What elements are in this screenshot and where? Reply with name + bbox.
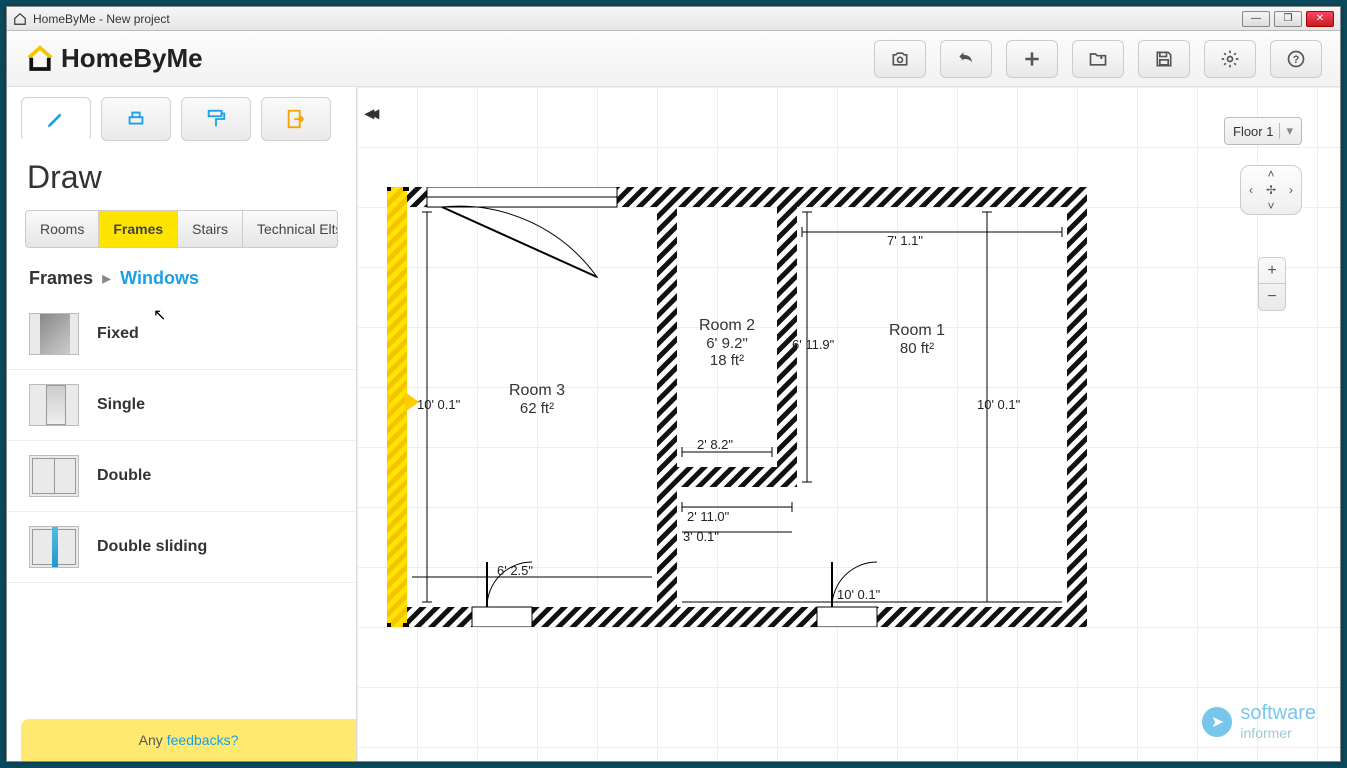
pan-up-icon[interactable]: ˄: [1261, 166, 1281, 182]
help-button[interactable]: ?: [1270, 40, 1322, 78]
app-header: HomeByMe ?: [7, 31, 1340, 87]
room1-label: Room 1 80 ft²: [857, 322, 977, 357]
zoom-in-button[interactable]: +: [1259, 258, 1285, 284]
app-small-icon: [13, 12, 27, 26]
sidebar: Draw Rooms Frames Stairs Technical Elts.…: [7, 87, 357, 761]
window-title: HomeByMe - New project: [33, 12, 170, 26]
watermark-icon: ➤: [1202, 707, 1232, 737]
mode-tab-draw[interactable]: [21, 97, 91, 141]
breadcrumb-root[interactable]: Frames: [29, 268, 93, 288]
floor-selector[interactable]: Floor 1 ▾: [1224, 117, 1302, 145]
paint-roller-icon: [205, 108, 227, 130]
folder-icon: [1088, 49, 1108, 69]
sidebar-collapse-button[interactable]: ◂◂: [365, 103, 375, 124]
list-item-fixed[interactable]: Fixed: [7, 299, 356, 370]
undo-button[interactable]: [940, 40, 992, 78]
help-icon: ?: [1286, 49, 1306, 69]
pencil-icon: [45, 108, 67, 130]
breadcrumb-leaf[interactable]: Windows: [120, 268, 199, 288]
thumb-single-window: [29, 384, 79, 426]
pan-center-icon[interactable]: ✢: [1261, 182, 1281, 198]
tab-rooms[interactable]: Rooms: [26, 211, 99, 247]
camera-icon: [890, 49, 910, 69]
breadcrumb: Frames ▸ Windows: [7, 248, 356, 295]
room3-label: Room 3 62 ft²: [477, 382, 597, 417]
window-close-button[interactable]: ✕: [1306, 11, 1334, 27]
dim-hall-bot: 3' 0.1": [683, 529, 719, 544]
tab-frames[interactable]: Frames: [99, 211, 178, 247]
dim-top-right: 7' 1.1": [887, 233, 923, 248]
item-label: Double: [97, 467, 151, 485]
tab-technical[interactable]: Technical Elts.: [243, 211, 338, 247]
tab-stairs[interactable]: Stairs: [178, 211, 243, 247]
canvas[interactable]: ◂◂ Floor 1 ▾ ˄ ‹✢› ˅ + −: [357, 87, 1340, 761]
mode-tab-export[interactable]: [261, 97, 331, 141]
pan-left-icon[interactable]: ‹: [1241, 182, 1261, 198]
mode-tab-furnish[interactable]: [101, 97, 171, 141]
chevron-right-icon: ▸: [102, 268, 111, 288]
floor-selector-label: Floor 1: [1233, 124, 1273, 139]
snapshot-button[interactable]: [874, 40, 926, 78]
dim-left-height: 10' 0.1": [417, 397, 460, 412]
os-titlebar: HomeByMe - New project — ❐ ✕: [7, 7, 1340, 31]
dim-room2-bottom: 2' 8.2": [697, 437, 733, 452]
chevron-down-icon: ▾: [1279, 123, 1293, 139]
undo-icon: [956, 49, 976, 69]
dim-mid-height: 6' 11.9": [792, 337, 834, 352]
list-item-double[interactable]: Double: [7, 441, 356, 512]
window-maximize-button[interactable]: ❐: [1274, 11, 1302, 27]
floorplan[interactable]: Room 3 62 ft² Room 2 6' 9.2" 18 ft² Room…: [387, 187, 1087, 627]
room2-label: Room 2 6' 9.2" 18 ft²: [677, 317, 777, 369]
watermark-line2: informer: [1240, 725, 1316, 741]
watermark: ➤ software informer: [1202, 702, 1316, 741]
save-icon: [1154, 49, 1174, 69]
section-title: Draw: [7, 151, 356, 210]
mode-tab-decorate[interactable]: [181, 97, 251, 141]
export-icon: [285, 108, 307, 130]
pan-right-icon[interactable]: ›: [1281, 182, 1301, 198]
list-item-double-sliding[interactable]: Double sliding: [7, 512, 356, 583]
gear-icon: [1220, 49, 1240, 69]
app-name: HomeByMe: [61, 43, 203, 74]
thumb-fixed-window: [29, 313, 79, 355]
window-type-list: Fixed Single Double Double sliding: [7, 295, 356, 587]
dim-hall-top: 2' 11.0": [687, 509, 729, 524]
add-button[interactable]: [1006, 40, 1058, 78]
item-label: Fixed: [97, 325, 139, 343]
pan-down-icon[interactable]: ˅: [1261, 198, 1281, 214]
item-label: Single: [97, 396, 145, 414]
save-button[interactable]: [1138, 40, 1190, 78]
thumb-double-sliding-window: [29, 526, 79, 568]
feedback-prefix: Any: [139, 732, 163, 748]
furniture-icon: [125, 108, 147, 130]
settings-button[interactable]: [1204, 40, 1256, 78]
pan-control[interactable]: ˄ ‹✢› ˅: [1240, 165, 1302, 215]
watermark-line1: software: [1240, 702, 1316, 725]
feedback-bar[interactable]: Any feedbacks?: [21, 719, 356, 761]
window-minimize-button[interactable]: —: [1242, 11, 1270, 27]
house-icon: [25, 44, 55, 74]
category-tabs: Rooms Frames Stairs Technical Elts.: [25, 210, 338, 248]
item-label: Double sliding: [97, 538, 207, 556]
list-item-single[interactable]: Single: [7, 370, 356, 441]
app-logo: HomeByMe: [25, 43, 203, 74]
svg-text:?: ?: [1293, 54, 1300, 66]
open-button[interactable]: [1072, 40, 1124, 78]
feedback-link[interactable]: feedbacks?: [167, 732, 239, 748]
dim-door-right: 10' 0.1": [837, 587, 880, 602]
zoom-control: + −: [1258, 257, 1286, 311]
app-window: HomeByMe - New project — ❐ ✕ HomeByMe ?: [6, 6, 1341, 762]
dim-right-height: 10' 0.1": [977, 397, 1020, 412]
plus-icon: [1022, 49, 1042, 69]
zoom-out-button[interactable]: −: [1259, 284, 1285, 310]
dim-door-left: 6' 2.5": [497, 563, 533, 578]
thumb-double-window: [29, 455, 79, 497]
